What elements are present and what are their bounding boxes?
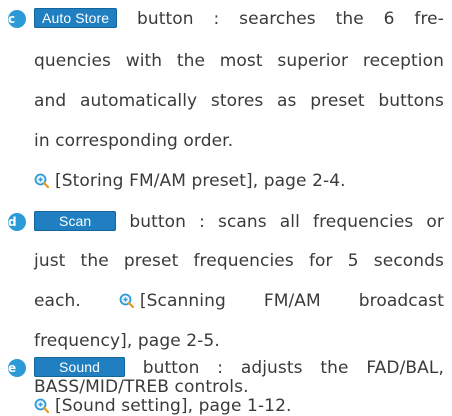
magnifier-reference-icon — [119, 293, 134, 308]
item-e-reference[interactable]: [Sound setting], page 1-12. — [34, 396, 444, 416]
bullet-d-icon: d — [8, 213, 26, 231]
item-c-reference[interactable]: [Storing FM/AM preset], page 2-4. — [34, 171, 444, 191]
item-d-line2: just the preset frequencies for 5 second… — [34, 251, 444, 271]
item-e-line1: e Sound button : adjusts the FAD/BAL, — [8, 357, 444, 378]
item-d-line4[interactable]: frequency], page 2-5. — [34, 331, 444, 351]
auto-store-button[interactable]: Auto Store — [34, 8, 118, 28]
scan-button[interactable]: Scan — [34, 211, 117, 231]
magnifier-reference-icon — [34, 173, 49, 188]
item-c-text: button : searches the 6 fre- — [137, 9, 444, 29]
bullet-c-icon: c — [8, 10, 26, 28]
item-c-line3: and automatically stores as preset butto… — [34, 91, 444, 111]
reference-link[interactable]: [Sound setting], page 1-12. — [55, 396, 292, 416]
item-d-each: each. — [34, 291, 81, 311]
reference-link[interactable]: [Storing FM/AM preset], page 2-4. — [55, 171, 346, 191]
item-e-line2: BASS/MID/TREB controls. — [34, 377, 249, 397]
item-d-text: button : scans all frequencies or — [129, 212, 444, 232]
item-c-line1: c Auto Store button : searches the 6 fre- — [8, 8, 444, 29]
magnifier-reference-icon — [34, 398, 49, 413]
item-e-text: button : adjusts the FAD/BAL, — [142, 358, 444, 378]
manual-page: c Auto Store button : searches the 6 fre-… — [0, 0, 452, 416]
item-c-line4: in corresponding order. — [34, 131, 234, 151]
item-c-line2: quencies with the most superior receptio… — [34, 51, 444, 71]
reference-link[interactable]: [Scanning FM/AM broadcast — [140, 291, 444, 311]
sound-button[interactable]: Sound — [34, 357, 125, 377]
item-d-line3: each. [Scanning FM/AM broadcast — [34, 291, 444, 311]
bullet-e-icon: e — [8, 359, 26, 377]
item-d-line1: d Scan button : scans all frequencies or — [8, 211, 444, 232]
